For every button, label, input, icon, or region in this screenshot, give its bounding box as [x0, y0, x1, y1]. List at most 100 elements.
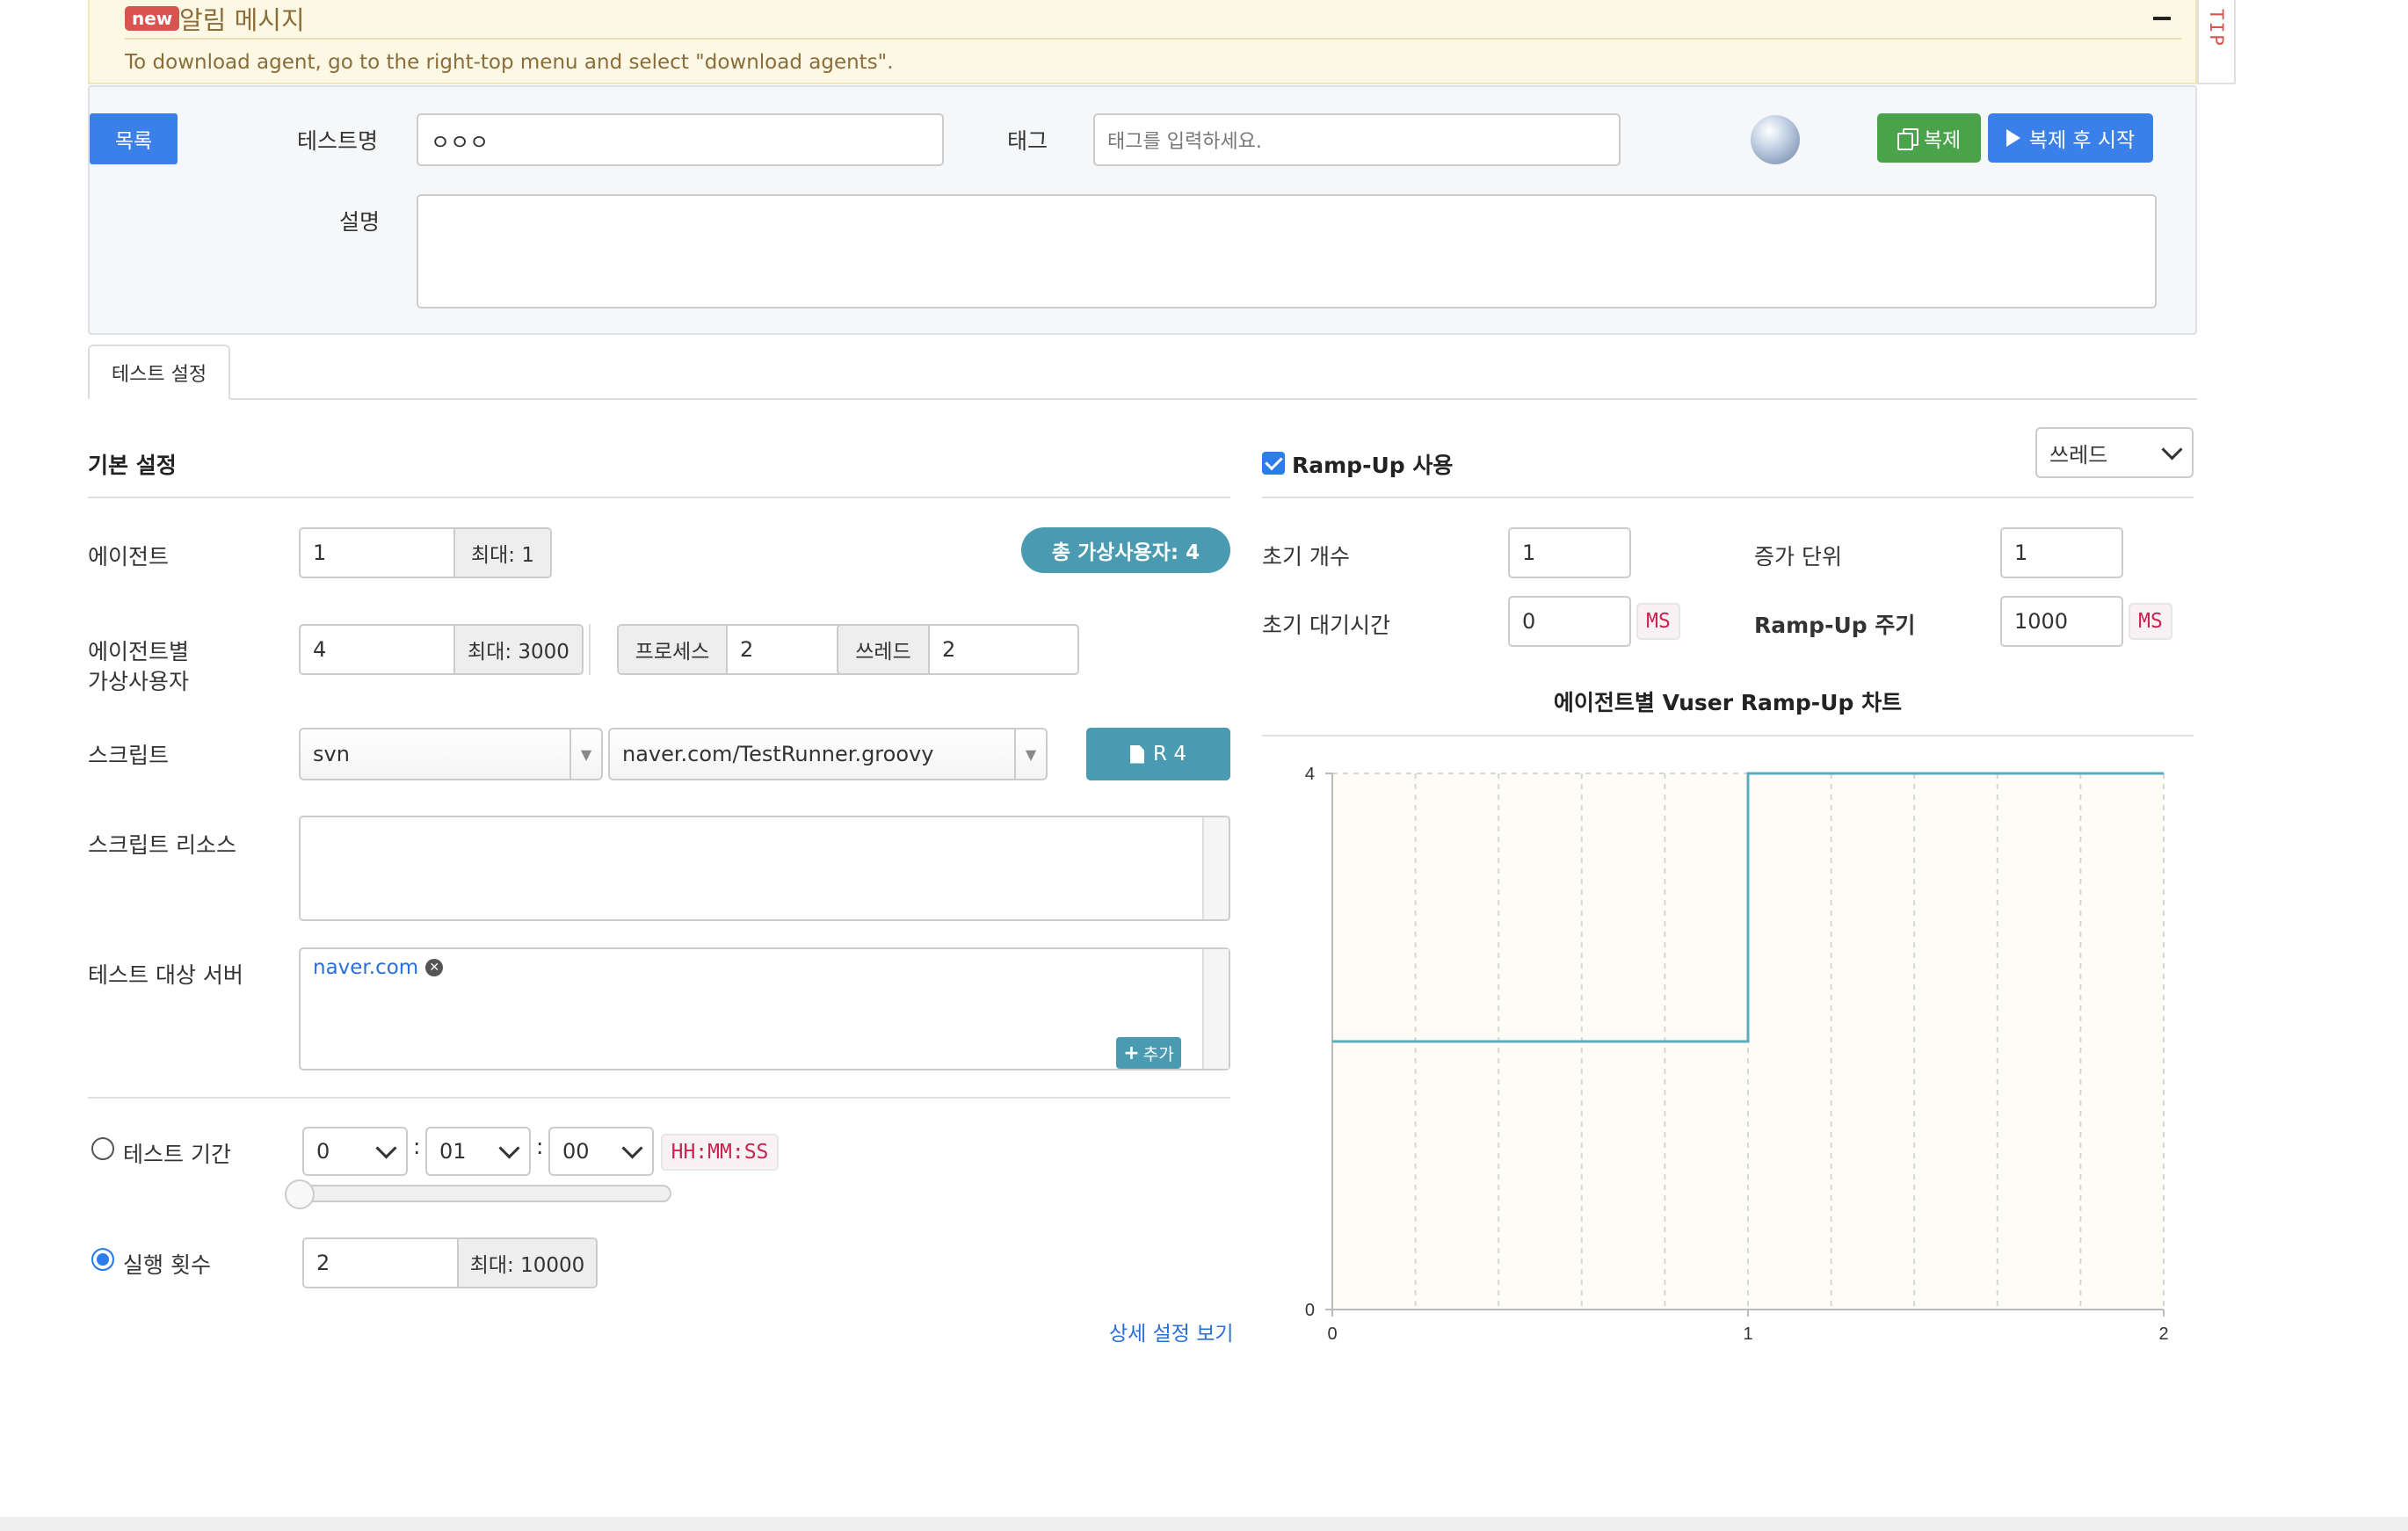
chevron-down-icon: [498, 1136, 520, 1159]
vuser-input-group: 4 최대: 3000: [299, 624, 584, 675]
plus-icon: +: [1123, 1041, 1140, 1064]
script-file-value: naver.com/TestRunner.groovy: [622, 742, 934, 766]
interval-input[interactable]: 1000: [2000, 596, 2123, 647]
tab-test-settings[interactable]: 테스트 설정: [88, 345, 230, 400]
agent-label: 에이전트: [88, 544, 170, 570]
duration-hours-select[interactable]: 0: [302, 1127, 408, 1176]
script-file-select[interactable]: naver.com/TestRunner.groovy ▼: [608, 728, 1048, 780]
run-count-radio[interactable]: [91, 1248, 114, 1271]
time-separator: :: [413, 1134, 421, 1159]
run-divider: [88, 1097, 1230, 1099]
agent-count-input[interactable]: 1: [299, 527, 453, 578]
add-host-label: 추가: [1142, 1044, 1174, 1064]
vuser-label-line2: 가상사용자: [88, 669, 190, 694]
initial-count-input[interactable]: 1: [1508, 527, 1631, 578]
host-name[interactable]: naver.com: [313, 956, 418, 979]
alert-divider: [125, 38, 2181, 40]
new-badge: new: [125, 6, 180, 31]
status-orb-icon: [1751, 115, 1800, 164]
tip-tab[interactable]: TIP: [2197, 0, 2236, 84]
vuser-count-input[interactable]: 4: [299, 624, 453, 675]
target-server-scrollbar[interactable]: [1202, 949, 1229, 1069]
test-name-label: 테스트명: [297, 128, 379, 154]
footer-bar: [0, 1517, 2408, 1531]
agent-input-group: 1 최대: 1: [299, 527, 552, 578]
script-repo-value: svn: [313, 742, 350, 766]
chevron-down-icon: [621, 1136, 643, 1159]
vuser-max-addon: 최대: 3000: [453, 624, 584, 675]
run-count-label: 실행 횟수: [123, 1252, 211, 1278]
process-addon: 프로세스: [617, 624, 726, 675]
duration-radio[interactable]: [91, 1137, 114, 1160]
script-revision-button[interactable]: R 4: [1086, 728, 1230, 780]
initial-count-label: 초기 개수: [1262, 544, 1350, 570]
vuser-vertical-divider: [589, 624, 591, 675]
test-name-input[interactable]: ㅇㅇㅇ: [417, 113, 944, 166]
chart-x-tick-label: 0: [1327, 1324, 1337, 1344]
rampup-chart: 0 1 2 0 4: [1305, 765, 2169, 1344]
basic-divider: [88, 497, 1230, 498]
thread-input[interactable]: 2: [928, 624, 1079, 675]
script-repo-select[interactable]: svn ▼: [299, 728, 603, 780]
clone-button[interactable]: 복제: [1877, 113, 1981, 163]
interval-unit: MS: [2129, 603, 2172, 640]
initial-sleep-unit: MS: [1636, 603, 1680, 640]
initial-sleep-label: 초기 대기시간: [1262, 613, 1390, 638]
run-count-input[interactable]: 2: [302, 1237, 457, 1288]
agent-max-addon: 최대: 1: [453, 527, 552, 578]
duration-format-label: HH:MM:SS: [661, 1134, 779, 1171]
add-host-button[interactable]: + 추가: [1116, 1037, 1181, 1069]
script-resource-scrollbar[interactable]: [1202, 817, 1229, 919]
duration-minutes-value: 01: [439, 1139, 467, 1164]
rampup-checkbox[interactable]: [1262, 452, 1285, 475]
alert-title: 알림 메시지: [179, 5, 305, 35]
rampup-type-select[interactable]: 쓰레드: [2035, 427, 2194, 478]
script-resource-box[interactable]: [299, 816, 1230, 921]
target-server-label: 테스트 대상 서버: [88, 962, 243, 988]
process-input-group: 프로세스 2: [617, 624, 858, 675]
run-count-input-group: 2 최대: 10000: [302, 1237, 598, 1288]
alert-message: To download agent, go to the right-top m…: [125, 51, 894, 74]
chevron-down-icon: [375, 1136, 397, 1159]
tab-bar-line: [88, 398, 2197, 400]
rampup-title: Ramp-Up 사용: [1292, 453, 1454, 478]
basic-settings-title: 기본 설정: [88, 453, 177, 478]
vuser-label-line1: 에이전트별: [88, 639, 190, 664]
time-separator: :: [536, 1134, 544, 1159]
description-label: 설명: [339, 209, 381, 235]
total-vusers-badge: 총 가상사용자: 4: [1021, 527, 1230, 573]
clone-start-button[interactable]: 복제 후 시작: [1988, 113, 2153, 163]
script-resource-label: 스크립트 리소스: [88, 832, 236, 858]
duration-slider-handle[interactable]: [285, 1179, 315, 1209]
target-server-box[interactable]: naver.com ✕ + 추가: [299, 947, 1230, 1070]
script-resource-value: [301, 817, 1229, 835]
copy-icon: [1897, 128, 1918, 150]
dropdown-arrow-icon: ▼: [1014, 729, 1046, 779]
duration-label: 테스트 기간: [123, 1142, 231, 1167]
duration-slider-track[interactable]: [290, 1185, 671, 1202]
tag-input[interactable]: 태그를 입력하세요.: [1093, 113, 1621, 166]
duration-seconds-select[interactable]: 00: [548, 1127, 654, 1176]
clone-button-label: 복제: [1923, 129, 1962, 152]
thread-addon: 쓰레드: [837, 624, 928, 675]
remove-host-icon[interactable]: ✕: [425, 959, 444, 976]
clone-start-label: 복제 후 시작: [2028, 129, 2136, 152]
initial-sleep-input[interactable]: 0: [1508, 596, 1631, 647]
chart-divider: [1262, 735, 2194, 736]
chart-y-tick-label: 4: [1305, 765, 1315, 784]
detail-settings-link[interactable]: 상세 설정 보기: [1109, 1317, 1234, 1346]
duration-minutes-select[interactable]: 01: [425, 1127, 531, 1176]
increment-input[interactable]: 1: [2000, 527, 2123, 578]
thread-input-group: 쓰레드 2: [837, 624, 1079, 675]
description-textarea[interactable]: [417, 194, 2157, 308]
tip-tab-label: TIP: [2206, 9, 2227, 47]
chart-y-tick-label: 0: [1305, 1301, 1315, 1320]
script-revision-label: R 4: [1153, 743, 1186, 766]
chart-x-tick-label: 2: [2158, 1324, 2168, 1344]
collapse-icon[interactable]: [2144, 5, 2180, 32]
alert-banner: new 알림 메시지 To download agent, go to the …: [88, 0, 2197, 84]
list-button[interactable]: 목록: [90, 113, 178, 164]
host-tag: naver.com ✕: [313, 956, 444, 979]
dropdown-arrow-icon: ▼: [569, 729, 601, 779]
header-panel: 목록 테스트명 ㅇㅇㅇ 태그 태그를 입력하세요. 복제 복제 후 시작 설명: [88, 85, 2197, 335]
